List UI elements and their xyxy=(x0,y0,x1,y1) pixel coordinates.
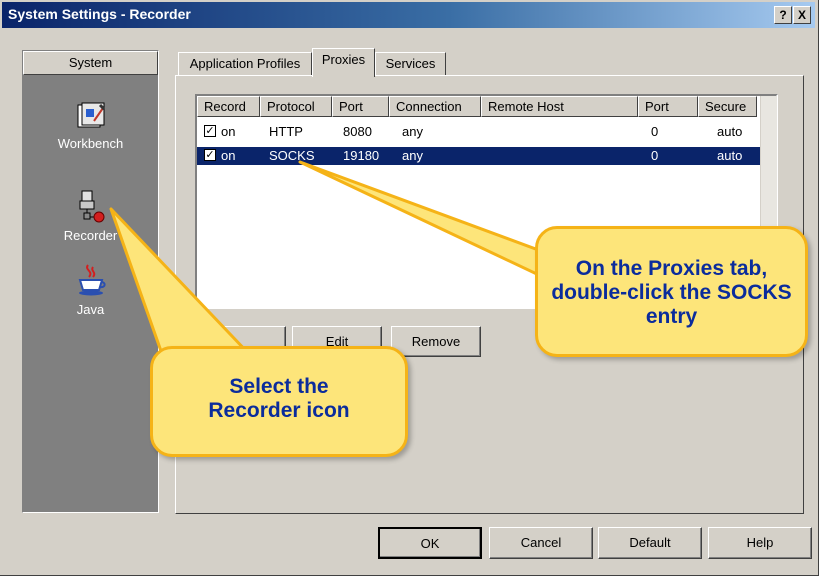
callout-proxies-instruction: On the Proxies tab, double-click the SOC… xyxy=(535,226,808,357)
callout-recorder-instruction: Select the Recorder icon xyxy=(150,346,408,457)
settings-window: System Settings - Recorder ? X System Wo… xyxy=(0,0,819,576)
